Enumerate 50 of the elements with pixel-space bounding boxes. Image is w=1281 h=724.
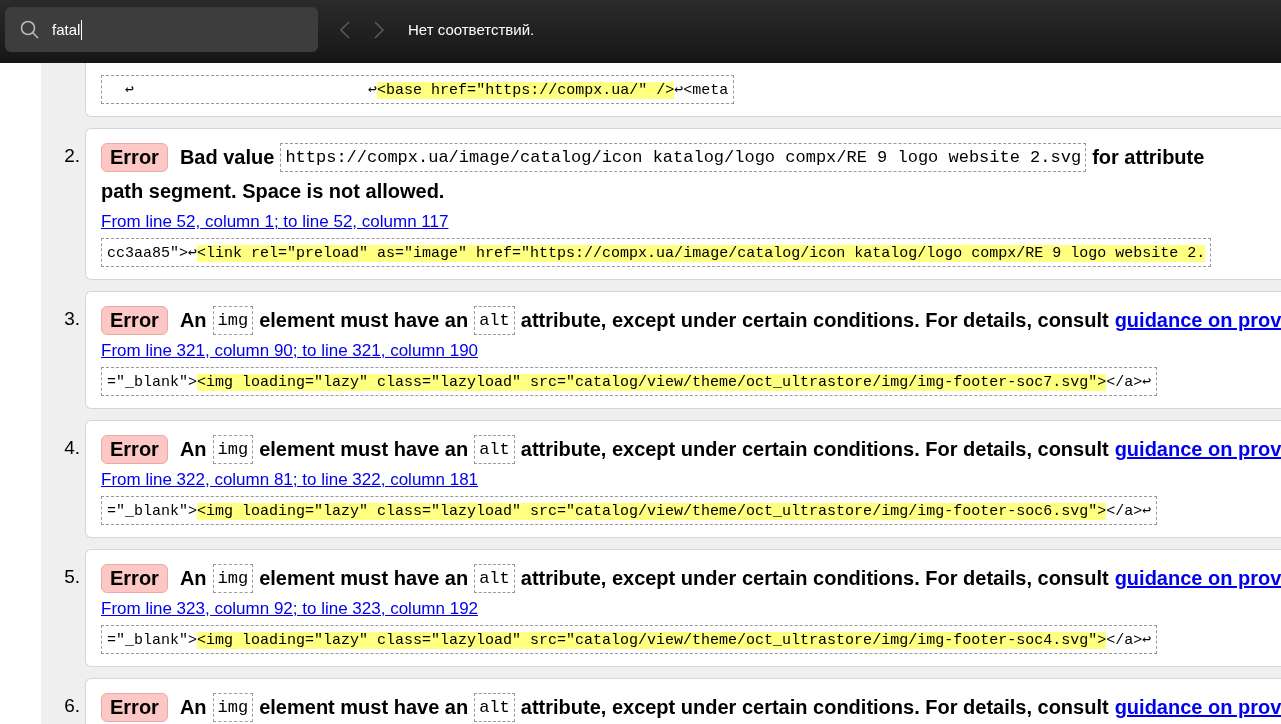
- error-badge: Error: [101, 142, 168, 172]
- item-number: 4.: [64, 437, 80, 458]
- code-snippet: img: [212, 305, 254, 335]
- guidance-link[interactable]: guidance on prov: [1114, 566, 1281, 590]
- message-text: element must have an: [259, 695, 469, 719]
- code-snippet: alt: [474, 692, 515, 722]
- message-text: element must have an: [259, 566, 469, 590]
- message-text: attribute, except under certain conditions. For details, consult: [520, 308, 1109, 332]
- error-badge: Error: [101, 692, 168, 722]
- message-text: attribute, except under certain conditions. For details, consult: [520, 695, 1109, 719]
- guidance-link[interactable]: guidance on prov: [1114, 308, 1281, 332]
- match-status: Нет соответствий.: [408, 21, 535, 38]
- code-snippet: img: [212, 434, 254, 464]
- search-icon: [20, 19, 40, 40]
- message-text: An: [179, 437, 207, 461]
- location-link[interactable]: From line 323, column 92; to line 323, column 192: [101, 599, 479, 619]
- message-text: An: [179, 566, 207, 590]
- location-link[interactable]: From line 321, column 90; to line 321, column 190: [101, 341, 479, 361]
- code-snippet: alt: [474, 434, 515, 464]
- search-field[interactable]: fatal: [5, 7, 318, 52]
- code-extract: ="_blank"><img loading="lazy" class="lazyload" src="catalog/view/theme/oct_ultrastore/img/img-footer-soc7.svg"></a>↩: [101, 367, 1158, 396]
- location-link[interactable]: From line 52, column 1; to line 52, column 117: [101, 212, 449, 232]
- code-snippet: img: [212, 692, 254, 722]
- message-text: Bad value: [179, 145, 275, 169]
- message-text: element must have an: [259, 308, 469, 332]
- message-text: for attribute: [1092, 145, 1205, 169]
- message-text: attribute, except under certain conditions. For details, consult: [520, 566, 1109, 590]
- error-badge: Error: [101, 305, 168, 335]
- code-extract: ="_blank"><img loading="lazy" class="lazyload" src="catalog/view/theme/oct_ultrastore/img/img-footer-soc4.svg"></a>↩: [101, 625, 1158, 654]
- location-link[interactable]: From line 322, column 81; to line 322, column 181: [101, 470, 479, 490]
- error-badge: Error: [101, 563, 168, 593]
- code-snippet: alt: [474, 305, 515, 335]
- error-badge: Error: [101, 434, 168, 464]
- message-text: An: [179, 308, 207, 332]
- guidance-link[interactable]: guidance on prov: [1114, 437, 1281, 461]
- item-number: 6.: [64, 695, 80, 716]
- message-text: attribute, except under certain conditions. For details, consult: [520, 437, 1109, 461]
- code-extract: cc3aa85">↩<link rel="preload" as="image" href="https://compx.ua/image/catalog/icon katalog/logo compx/RE 9 logo website 2.: [101, 238, 1212, 267]
- item-number: 3.: [64, 308, 80, 329]
- message-text: element must have an: [259, 437, 469, 461]
- item-number: 5.: [64, 566, 80, 587]
- code-snippet: alt: [474, 563, 515, 593]
- message-text: path segment. Space is not allowed.: [101, 179, 445, 203]
- code-extract: ↩ ↩<base href="https://compx.ua/" />↩<meta: [101, 75, 735, 104]
- guidance-link[interactable]: guidance on prov: [1114, 695, 1281, 719]
- item-number: 2.: [64, 145, 80, 166]
- code-snippet: img: [212, 563, 254, 593]
- code-extract: ="_blank"><img loading="lazy" class="lazyload" src="catalog/view/theme/oct_ultrastore/img/img-footer-soc6.svg"></a>↩: [101, 496, 1158, 525]
- message-text: An: [179, 695, 207, 719]
- code-snippet: https://compx.ua/image/catalog/icon katalog/logo compx/RE 9 logo website 2.svg: [280, 142, 1087, 172]
